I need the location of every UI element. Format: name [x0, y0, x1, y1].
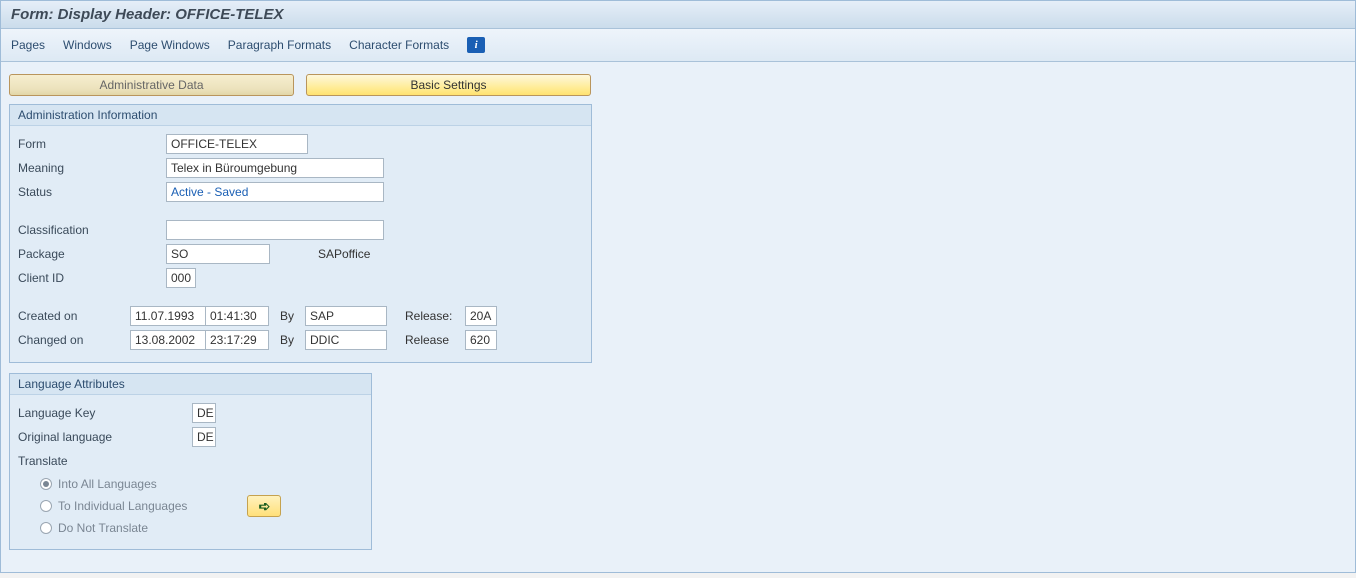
info-icon[interactable]: i	[467, 37, 485, 53]
field-changed-by: DDIC	[305, 330, 387, 350]
radio-row-none[interactable]: Do Not Translate	[18, 517, 363, 539]
window-title: Form: Display Header: OFFICE-TELEX	[1, 1, 1355, 29]
lang-attr-panel: Language Attributes Language Key DE Orig…	[9, 373, 372, 550]
label-language-key: Language Key	[18, 406, 192, 420]
label-package-desc: SAPoffice	[318, 247, 370, 261]
label-into-all-languages: Into All Languages	[58, 477, 157, 491]
field-created-time: 01:41:30	[205, 306, 269, 326]
label-translate: Translate	[18, 454, 150, 468]
tab-row: Administrative Data Basic Settings	[9, 74, 1347, 96]
field-classification	[166, 220, 384, 240]
field-language-key: DE	[192, 403, 216, 423]
field-created-date: 11.07.1993	[130, 306, 206, 326]
individual-languages-button[interactable]: ➪	[247, 495, 281, 517]
field-original-language: DE	[192, 427, 216, 447]
radio-into-all-languages[interactable]	[40, 478, 52, 490]
toolbar-character-formats[interactable]: Character Formats	[349, 38, 449, 52]
label-do-not-translate: Do Not Translate	[58, 521, 148, 535]
tab-administrative-data[interactable]: Administrative Data	[9, 74, 294, 96]
field-package: SO	[166, 244, 270, 264]
label-classification: Classification	[18, 223, 166, 237]
label-form: Form	[18, 137, 166, 151]
field-form: OFFICE-TELEX	[166, 134, 308, 154]
field-changed-date: 13.08.2002	[130, 330, 206, 350]
toolbar-windows[interactable]: Windows	[63, 38, 112, 52]
toolbar-paragraph-formats[interactable]: Paragraph Formats	[228, 38, 331, 52]
label-created-on: Created on	[18, 309, 130, 323]
field-created-by: SAP	[305, 306, 387, 326]
lang-attr-title: Language Attributes	[10, 374, 371, 395]
label-meaning: Meaning	[18, 161, 166, 175]
field-release-2: 620	[465, 330, 497, 350]
field-changed-time: 23:17:29	[205, 330, 269, 350]
field-status[interactable]: Active - Saved	[166, 182, 384, 202]
radio-do-not-translate[interactable]	[40, 522, 52, 534]
toolbar: Pages Windows Page Windows Paragraph For…	[1, 29, 1355, 62]
radio-row-all[interactable]: Into All Languages	[18, 473, 363, 495]
app-window: Form: Display Header: OFFICE-TELEX Pages…	[0, 0, 1356, 573]
admin-info-title: Administration Information	[10, 105, 591, 126]
label-release-1: Release:	[405, 309, 465, 323]
label-client-id: Client ID	[18, 271, 166, 285]
tab-basic-settings[interactable]: Basic Settings	[306, 74, 591, 96]
content-area: Administrative Data Basic Settings Admin…	[1, 62, 1355, 572]
radio-to-individual-languages[interactable]	[40, 500, 52, 512]
label-to-individual-languages: To Individual Languages	[58, 499, 187, 513]
field-release-1: 20A	[465, 306, 497, 326]
label-by-1: By	[275, 309, 299, 323]
label-by-2: By	[275, 333, 299, 347]
toolbar-page-windows[interactable]: Page Windows	[130, 38, 210, 52]
field-client-id: 000	[166, 268, 196, 288]
admin-info-panel: Administration Information Form OFFICE-T…	[9, 104, 592, 363]
label-release-2: Release	[405, 333, 465, 347]
radio-row-individual[interactable]: To Individual Languages ➪	[18, 495, 363, 517]
field-meaning: Telex in Büroumgebung	[166, 158, 384, 178]
label-changed-on: Changed on	[18, 333, 130, 347]
toolbar-pages[interactable]: Pages	[11, 38, 45, 52]
arrow-right-icon: ➪	[259, 498, 271, 515]
label-status: Status	[18, 185, 166, 199]
label-package: Package	[18, 247, 166, 261]
label-original-language: Original language	[18, 430, 192, 444]
